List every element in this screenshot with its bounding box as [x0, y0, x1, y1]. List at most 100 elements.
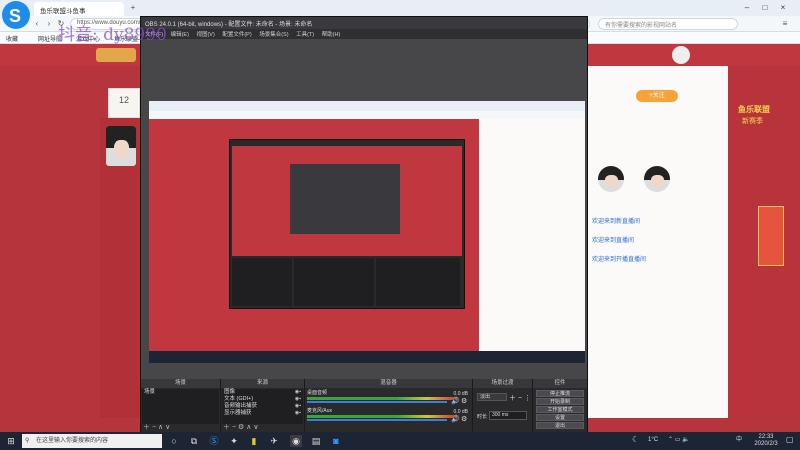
follow-label: +关注 — [649, 93, 665, 99]
follow-button[interactable]: +关注 — [636, 90, 678, 102]
source-controls: ＋ − ⚙ ∧ ∨ — [223, 424, 258, 432]
speaker-icon[interactable]: 🔊 — [451, 397, 460, 405]
app-taskbar-icon[interactable]: ✈ — [268, 435, 280, 447]
volume-meter — [307, 415, 457, 418]
taskbar-search-placeholder: 在这里输入你要搜索的内容 — [36, 438, 109, 444]
gear-icon[interactable]: ⚙ — [461, 397, 467, 405]
weather-icon[interactable]: ☾ — [632, 436, 639, 444]
remove-icon[interactable]: − — [232, 424, 236, 431]
duration-label: 时长 — [477, 414, 488, 420]
add-icon[interactable]: ＋ — [223, 424, 230, 431]
channel-name: 桌面音频 — [307, 390, 328, 396]
scenes-list: 场景 — [142, 389, 219, 424]
start-recording-button[interactable]: 开始录制 — [536, 398, 584, 405]
menu-help[interactable]: 帮助(H) — [322, 32, 341, 38]
menu-view[interactable]: 视图(V) — [196, 32, 214, 38]
mixer-channel: 桌面音频 0.0 dB 🔊 ⚙ — [307, 391, 470, 405]
forward-icon[interactable]: › — [44, 19, 54, 29]
transition-buttons[interactable]: ＋ − ⋮ — [509, 393, 531, 403]
ad-banner[interactable] — [758, 206, 784, 266]
maximize-icon[interactable]: □ — [758, 2, 772, 14]
source-item[interactable]: 文本 (GDI+) — [222, 396, 303, 403]
back-icon[interactable]: ‹ — [32, 19, 42, 29]
obs-taskbar-icon[interactable]: ◉ — [290, 435, 302, 447]
chat-line: 欢迎来到新直播间 — [592, 219, 641, 225]
source-item[interactable]: 音频输出捕获 — [222, 403, 303, 410]
mixer-dock: 混音器 桌面音频 0.0 dB 🔊 ⚙ 麦克风/Aux 0.0 dB 🔊 ⚙ — [305, 379, 473, 433]
app-taskbar-icon[interactable]: ◙ — [330, 435, 342, 447]
task-view-icon[interactable]: ⧉ — [188, 435, 200, 447]
obs-preview[interactable] — [141, 39, 587, 379]
down-icon[interactable]: ∨ — [253, 424, 258, 431]
speaker-icon[interactable]: 🔊 — [451, 415, 460, 423]
transition-select[interactable]: 淡出 — [477, 393, 507, 401]
volume-meter — [307, 397, 457, 400]
minimize-icon[interactable]: – — [740, 2, 754, 14]
weather-text: 1°C — [648, 437, 659, 443]
app-taskbar-icon[interactable]: ▮ — [248, 435, 260, 447]
scene-item[interactable]: 场景 — [142, 389, 219, 396]
transitions-title: 场景过渡 — [473, 379, 532, 388]
task-view-icon[interactable]: ○ — [168, 435, 180, 447]
menu-scene-collection[interactable]: 场景集合(S) — [259, 32, 288, 38]
app-taskbar-icon[interactable]: ✦ — [228, 435, 240, 447]
menu-tools[interactable]: 工具(T) — [296, 32, 314, 38]
watermark: 抖音: dy8990 — [58, 25, 167, 45]
add-icon[interactable]: ＋ — [143, 424, 150, 431]
bookmark-item[interactable]: 收藏 — [6, 34, 18, 43]
notification-icon[interactable]: ▢ — [786, 436, 794, 444]
windows-start-icon[interactable]: ⊞ — [5, 435, 17, 447]
settings-button[interactable]: 设置 — [536, 414, 584, 421]
channel-name: 麦克风/Aux — [307, 408, 333, 414]
source-item[interactable]: 显示器捕获 — [222, 410, 303, 417]
user-avatar[interactable] — [672, 46, 690, 64]
studio-mode-button[interactable]: 工作室模式 — [536, 406, 584, 413]
menu-icon[interactable]: ≡ — [780, 19, 790, 29]
app-taskbar-icon[interactable]: ▤ — [310, 435, 322, 447]
scenes-title: 场景 — [141, 379, 220, 388]
source-item[interactable]: 图像 — [222, 389, 303, 396]
ad-title: 鱼乐联盟 — [738, 105, 770, 114]
duration-input[interactable]: 300 ms — [489, 411, 527, 420]
taskbar-search-input[interactable]: ⚲ 在这里输入你要搜索的内容 — [22, 434, 162, 448]
stop-streaming-button[interactable]: 停止推流 — [536, 390, 584, 397]
obs-menubar: 文件(F) 编辑(E) 视图(V) 配置文件(P) 场景集合(S) 工具(T) … — [141, 29, 587, 39]
down-icon[interactable]: ∨ — [165, 424, 170, 431]
menu-profile[interactable]: 配置文件(P) — [222, 32, 251, 38]
clock-time: 22:33 — [758, 434, 774, 440]
right-page-panel: +关注 欢迎来到新直播间 欢迎来到直播间 欢迎来到开播直播间 — [588, 66, 728, 418]
browser-titlebar: S 鱼乐联盟斗鱼事 + – □ × — [0, 0, 800, 29]
controls-dock: 控件 停止推流 开始录制 工作室模式 设置 退出 — [533, 379, 587, 433]
tab-title: 鱼乐联盟斗鱼事 — [40, 8, 86, 15]
clock[interactable]: 22:33 2020/2/3 — [748, 434, 784, 448]
left-anchor-card — [100, 118, 140, 418]
exit-button[interactable]: 退出 — [536, 422, 584, 429]
recommend-avatar[interactable] — [598, 166, 624, 192]
volume-slider[interactable] — [307, 419, 447, 421]
transition-mode: 淡出 — [480, 394, 491, 400]
volume-slider[interactable] — [307, 401, 447, 403]
up-icon[interactable]: ∧ — [158, 424, 163, 431]
browser-search-input[interactable]: 有你需要搜索的影视网站名 — [598, 18, 738, 30]
chat-messages: 欢迎来到新直播间 欢迎来到直播间 欢迎来到开播直播间 — [592, 216, 722, 263]
search-placeholder: 有你需要搜索的影视网站名 — [605, 23, 678, 29]
anchor-avatar[interactable] — [106, 126, 136, 166]
new-tab-icon[interactable]: + — [128, 3, 138, 13]
close-icon[interactable]: × — [776, 2, 790, 14]
ad-subtitle: 新赛季 — [742, 118, 763, 125]
browser-taskbar-icon[interactable]: Ⓢ — [208, 435, 220, 447]
browser-tab[interactable]: 鱼乐联盟斗鱼事 — [34, 2, 124, 16]
left-stat-card: 12 — [108, 88, 140, 118]
sources-dock: 来源 图像 文本 (GDI+) 音频输出捕获 显示器捕获 ◉▪ ◉▪ ◉▪ ◉▪ ＋ … — [221, 379, 305, 433]
badge-number: 12 — [119, 95, 130, 105]
ime-indicator[interactable]: 中 — [736, 437, 742, 444]
up-icon[interactable]: ∧ — [246, 424, 251, 431]
gear-icon[interactable]: ⚙ — [238, 424, 244, 431]
menu-edit[interactable]: 编辑(E) — [171, 32, 189, 38]
scene-controls: ＋ − ∧ ∨ — [143, 424, 170, 432]
gear-icon[interactable]: ⚙ — [461, 415, 467, 423]
recommend-avatar[interactable] — [644, 166, 670, 192]
visibility-icons[interactable]: ◉▪ ◉▪ ◉▪ ◉▪ — [295, 389, 301, 417]
tray-icons[interactable]: ⌃ ▭ 🔈 — [668, 437, 690, 444]
remove-icon[interactable]: − — [152, 424, 156, 431]
